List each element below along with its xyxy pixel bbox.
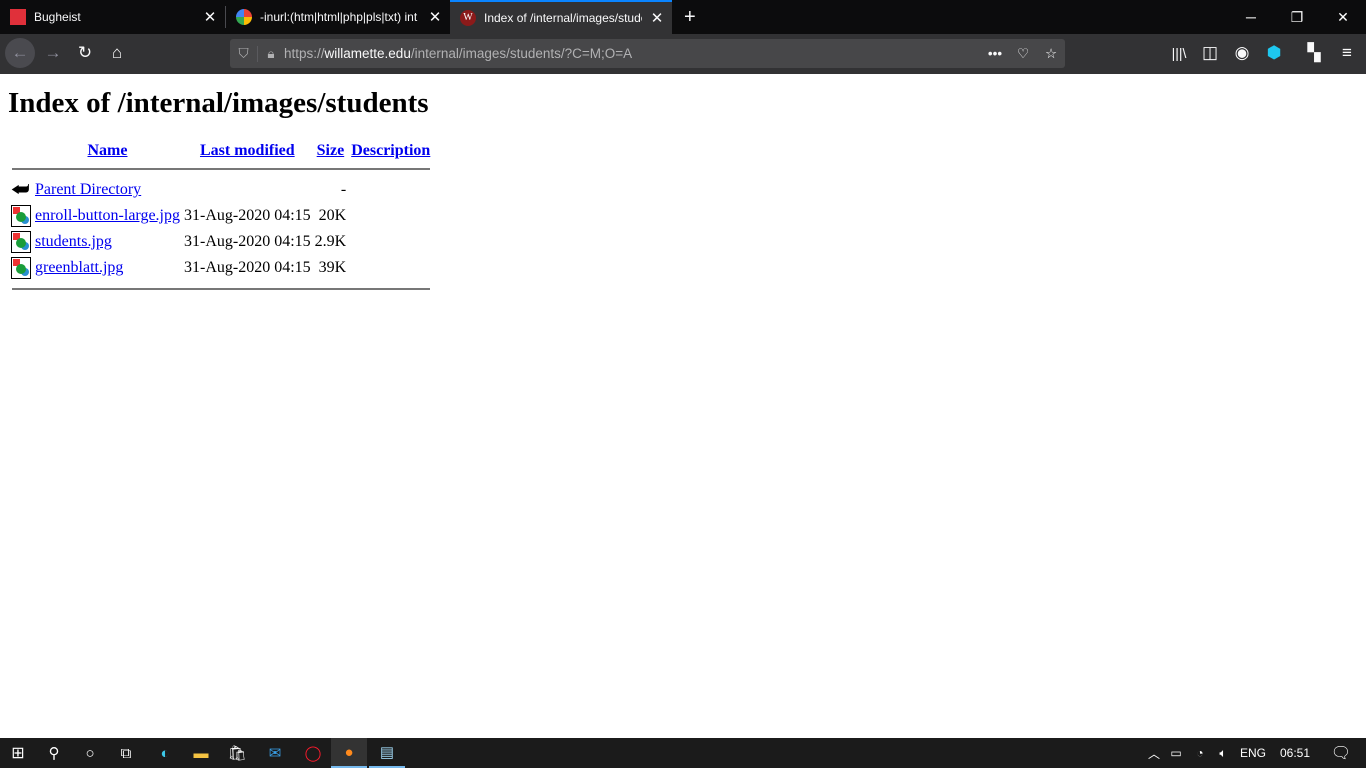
url-bar[interactable]: ⛉ 🔒︎ https://willamette.edu/internal/ima… — [230, 39, 1065, 68]
menu-hamburger-icon[interactable]: ≡ — [1332, 38, 1362, 68]
library-icon[interactable]: |||\ — [1164, 38, 1194, 68]
page-actions-icon[interactable]: ••• — [981, 46, 1009, 61]
sidebar-icon[interactable]: ◫ — [1195, 38, 1225, 68]
table-header-row: Name Last modified Size Description — [10, 142, 432, 160]
minimize-button[interactable]: ─ — [1228, 0, 1274, 34]
last-modified: 31-Aug-2020 04:15 — [184, 259, 311, 276]
sort-by-size-link[interactable]: Size — [317, 142, 345, 159]
image-file-icon — [11, 205, 31, 227]
firefox-icon[interactable]: ● — [331, 738, 367, 768]
divider — [12, 168, 431, 170]
description — [349, 256, 432, 280]
last-modified — [183, 178, 312, 202]
edge-icon[interactable]: ◐ — [147, 738, 183, 768]
battery-icon[interactable]: ▭ — [1163, 746, 1189, 760]
tab-bugheist[interactable]: Bugheist ✕ — [0, 0, 225, 34]
tab-index-of-students[interactable]: W Index of /internal/images/stude ✕ — [450, 0, 672, 34]
tab-google-search[interactable]: -inurl:(htm|html|php|pls|txt) int ✕ — [226, 0, 450, 34]
willamette-logo-icon: W — [460, 10, 476, 26]
bookmark-star-icon[interactable]: ☆ — [1037, 46, 1065, 62]
notepad-icon[interactable]: ▤ — [369, 738, 405, 768]
sort-by-last-modified-link[interactable]: Last modified — [200, 142, 295, 159]
home-button[interactable]: ⌂ — [102, 38, 132, 68]
url-scheme: https:// — [284, 46, 325, 61]
table-row: ⮨ Parent Directory - — [10, 178, 432, 202]
mail-icon[interactable]: ✉ — [257, 738, 293, 768]
task-view-icon[interactable]: ⧉ — [108, 738, 144, 768]
description — [349, 230, 432, 254]
navigation-toolbar: ← → ↻ ⌂ ⛉ 🔒︎ https://willamette.edu/inte… — [0, 34, 1366, 74]
extension-icon[interactable]: ⬢ — [1259, 38, 1289, 68]
extensions-puzzle-icon[interactable]: ▚ — [1299, 38, 1329, 68]
opera-icon[interactable]: ◯ — [295, 738, 331, 768]
table-row: greenblatt.jpg 31-Aug-2020 04:15 39K — [10, 256, 432, 280]
new-tab-button[interactable]: + — [676, 0, 706, 34]
directory-listing-table: Name Last modified Size Description ⮨ Pa… — [8, 140, 434, 298]
close-tab-icon[interactable]: ✕ — [420, 8, 450, 26]
file-link[interactable]: enroll-button-large.jpg — [35, 207, 180, 224]
file-size: - — [340, 181, 347, 198]
image-file-icon — [11, 257, 31, 279]
account-icon[interactable]: ◉ — [1227, 38, 1257, 68]
file-size: 20K — [318, 207, 347, 224]
language-indicator[interactable]: ENG — [1235, 746, 1271, 760]
close-window-button[interactable]: ✕ — [1320, 0, 1366, 34]
search-icon[interactable]: ⚲ — [36, 738, 72, 768]
tracking-shield-icon[interactable]: ⛉ — [230, 45, 258, 62]
page-title: Index of /internal/images/students — [8, 87, 429, 119]
reload-button[interactable]: ↻ — [70, 38, 100, 68]
windows-start-icon[interactable]: ⊞ — [0, 738, 36, 768]
forward-button[interactable]: → — [38, 38, 68, 68]
sort-by-description-link[interactable]: Description — [351, 142, 430, 159]
sort-by-name-link[interactable]: Name — [88, 142, 128, 159]
file-explorer-icon[interactable]: ▬ — [183, 738, 219, 768]
last-modified: 31-Aug-2020 04:15 — [184, 233, 311, 250]
file-link[interactable]: students.jpg — [35, 233, 112, 250]
restore-button[interactable]: ❐ — [1274, 0, 1320, 34]
page-content: Index of /internal/images/students Name … — [0, 74, 1366, 738]
pocket-icon[interactable]: ♡ — [1009, 46, 1037, 62]
close-tab-icon[interactable]: ✕ — [195, 8, 225, 26]
url-path: /internal/images/students/?C=M;O=A — [410, 46, 633, 61]
table-row: students.jpg 31-Aug-2020 04:15 2.9K — [10, 230, 432, 254]
lock-icon[interactable]: 🔒︎ — [258, 46, 284, 62]
file-link[interactable]: greenblatt.jpg — [35, 259, 123, 276]
bugheist-logo-icon — [10, 9, 26, 25]
browser-chrome: Bugheist ✕ -inurl:(htm|html|php|pls|txt)… — [0, 0, 1366, 74]
cortana-icon[interactable]: ○ — [72, 738, 108, 768]
file-size: 2.9K — [314, 233, 347, 250]
close-tab-icon[interactable]: ✕ — [642, 9, 672, 27]
action-center-icon[interactable]: 🗨︎ — [1319, 743, 1363, 763]
wifi-icon[interactable]: ◔ — [1189, 746, 1211, 760]
back-arrow-icon: ⮨ — [11, 178, 30, 201]
show-hidden-icons-chevron-icon[interactable]: ︿ — [1145, 745, 1163, 762]
volume-icon[interactable]: 🔈︎ — [1211, 746, 1235, 761]
google-logo-icon — [236, 9, 252, 25]
divider — [12, 288, 431, 290]
image-file-icon — [11, 231, 31, 253]
table-row: enroll-button-large.jpg 31-Aug-2020 04:1… — [10, 204, 432, 228]
url-host: willamette.edu — [324, 46, 411, 61]
taskbar: ⊞ ⚲ ○ ⧉ ◐ ▬ 🛍︎ ✉ ◯ ● ▤ ︿ ▭ ◔ 🔈︎ ENG 06:5… — [0, 738, 1366, 768]
parent-directory-link[interactable]: Parent Directory — [35, 181, 141, 198]
clock[interactable]: 06:51 — [1271, 746, 1319, 760]
last-modified: 31-Aug-2020 04:15 — [184, 207, 311, 224]
store-icon[interactable]: 🛍︎ — [219, 738, 255, 768]
description — [349, 178, 432, 202]
back-button[interactable]: ← — [5, 38, 35, 68]
description — [349, 204, 432, 228]
file-size: 39K — [318, 259, 347, 276]
